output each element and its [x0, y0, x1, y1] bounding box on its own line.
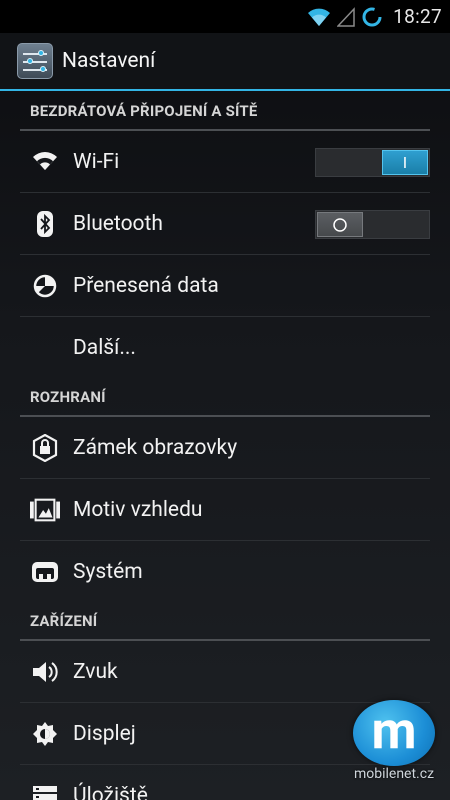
wifi-status-icon: [307, 7, 331, 27]
settings-item-label: Zvuk: [73, 659, 118, 684]
settings-item-system[interactable]: Systém: [20, 541, 430, 603]
status-bar: 18:27: [0, 0, 450, 33]
page-title: Nastavení: [62, 49, 156, 73]
action-bar: Nastavení: [0, 33, 450, 91]
settings-item-label: Systém: [73, 560, 143, 584]
settings-item-label: Přenesená data: [73, 273, 219, 298]
toggle-thumb[interactable]: I: [382, 150, 428, 175]
watermark-text: mobilenet.cz: [353, 766, 435, 782]
settings-item-bluetooth[interactable]: Bluetooth: [20, 193, 430, 255]
settings-item-data-usage[interactable]: Přenesená data: [20, 255, 430, 317]
watermark-circle: m: [353, 700, 435, 766]
clock: 18:27: [393, 5, 442, 28]
toggle-off-circle-icon: [333, 217, 347, 232]
watermark-logo: m mobilenet.cz: [347, 700, 441, 786]
settings-item-label: Motiv vzhledu: [73, 497, 203, 522]
settings-item-label: Bluetooth: [73, 211, 163, 236]
lock-icon: [30, 433, 60, 463]
wifi-icon: [30, 147, 60, 177]
settings-item-screen-lock[interactable]: Zámek obrazovky: [20, 417, 430, 479]
system-icon: [30, 557, 60, 587]
settings-item-label: Displej: [73, 721, 136, 746]
section-header-interface: ROZHRANÍ: [20, 379, 430, 417]
settings-list[interactable]: BEZDRÁTOVÁ PŘIPOJENÍ A SÍTĚ Wi-Fi I Blue…: [0, 93, 450, 800]
settings-item-label: Zámek obrazovky: [73, 435, 238, 460]
settings-item-label: Další...: [73, 336, 136, 360]
settings-item-label: Úložiště: [73, 784, 148, 800]
settings-item-wifi[interactable]: Wi-Fi I: [20, 131, 430, 193]
section-header-wireless: BEZDRÁTOVÁ PŘIPOJENÍ A SÍTĚ: [20, 93, 430, 131]
speaker-icon: [30, 657, 60, 687]
data-usage-icon: [30, 271, 60, 301]
empty-icon-slot: [30, 333, 60, 363]
section-header-device: ZAŘÍZENÍ: [20, 603, 430, 641]
settings-item-sound[interactable]: Zvuk: [20, 641, 430, 703]
settings-item-theme[interactable]: Motiv vzhledu: [20, 479, 430, 541]
wifi-toggle[interactable]: I: [315, 148, 430, 177]
storage-icon: [30, 781, 60, 800]
toggle-thumb[interactable]: [317, 212, 363, 237]
bluetooth-toggle[interactable]: [315, 210, 430, 239]
signal-icon: [337, 6, 355, 27]
bluetooth-icon: [30, 209, 60, 239]
display-brightness-icon: [30, 719, 60, 749]
toggle-thumb-glyph: I: [402, 153, 408, 172]
settings-app-icon[interactable]: [17, 43, 53, 79]
settings-item-label: Wi-Fi: [73, 149, 120, 174]
theme-icon: [30, 495, 60, 525]
watermark-letter: m: [371, 700, 417, 761]
settings-item-more[interactable]: Další...: [20, 317, 430, 379]
sync-icon: [361, 6, 383, 28]
